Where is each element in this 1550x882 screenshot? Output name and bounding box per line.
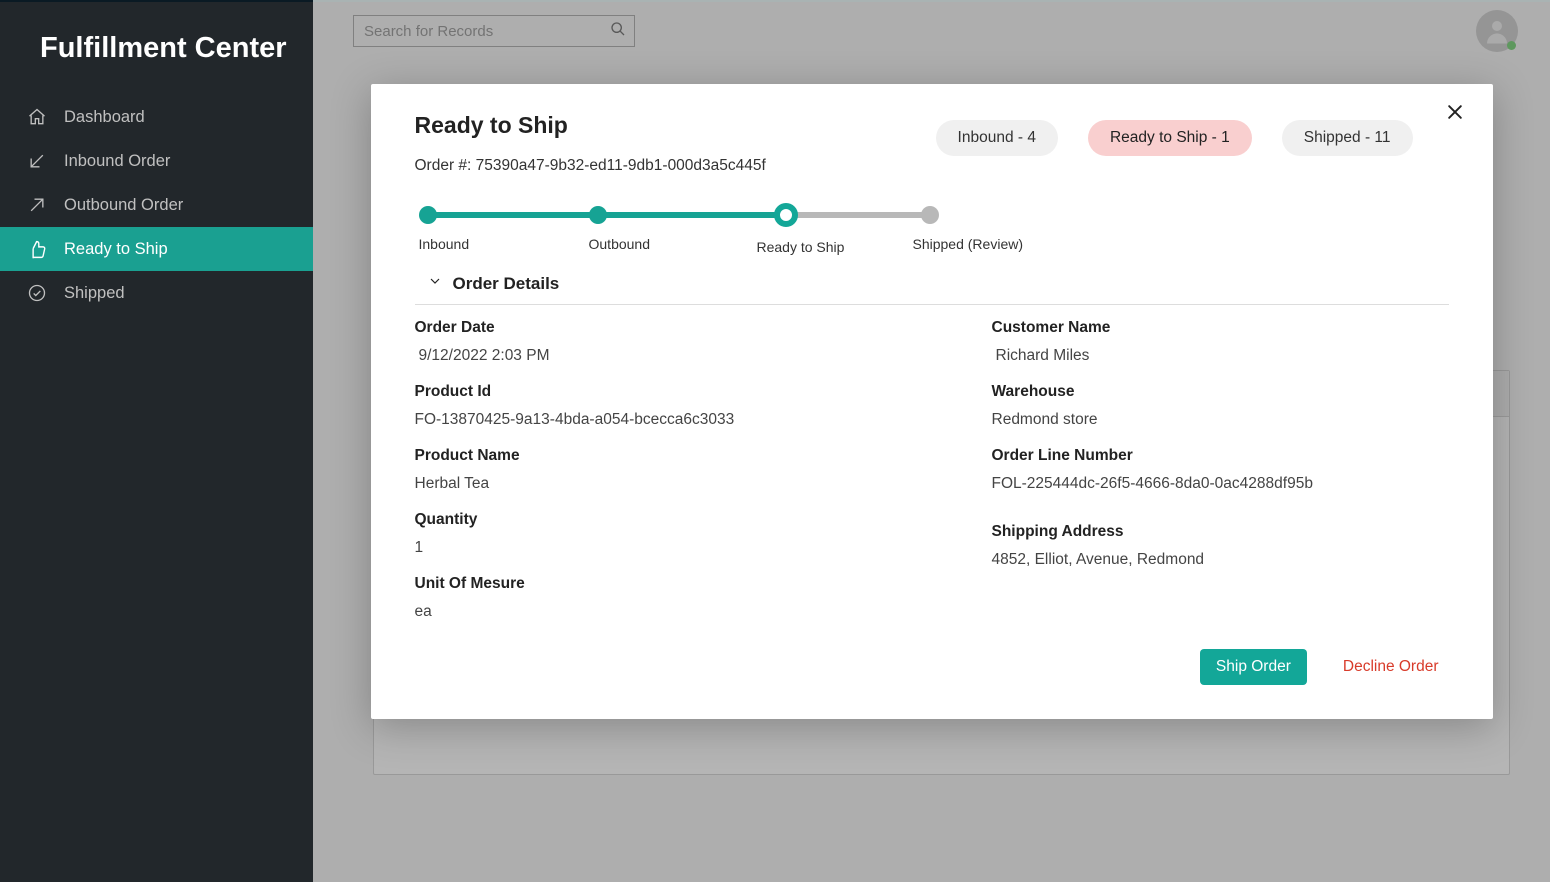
customer-label: Customer Name [992,319,1449,337]
product-name-value: Herbal Tea [415,475,872,493]
product-id-value: FO-13870425-9a13-4bda-a054-bcecca6c3033 [415,411,872,429]
step-dot-done-icon [589,206,607,224]
step-shipped: Shipped (Review) [921,203,1024,254]
pill-inbound[interactable]: Inbound - 4 [936,120,1058,156]
main-area: Ready to Ship Order #: 75390a47-9b32-ed1… [313,0,1550,882]
modal-overlay: Ready to Ship Order #: 75390a47-9b32-ed1… [313,2,1550,882]
order-date-value: 9/12/2022 2:03 PM [419,347,872,365]
arrow-down-left-icon [26,150,48,172]
nav-dashboard[interactable]: Dashboard [0,95,313,139]
quantity-value: 1 [415,539,872,557]
app-title: Fulfillment Center [0,32,313,95]
pill-ready[interactable]: Ready to Ship - 1 [1088,120,1252,156]
ready-to-ship-modal: Ready to Ship Order #: 75390a47-9b32-ed1… [371,84,1493,719]
step-dot-done-icon [419,206,437,224]
nav-ready-to-ship[interactable]: Ready to Ship [0,227,313,271]
nav-label: Outbound Order [64,196,183,215]
nav-label: Dashboard [64,108,145,127]
chevron-down-icon [427,273,443,294]
progress-tracker: Inbound Outbound Ready to Ship Shipped (… [415,203,1449,251]
line-value: FOL-225444dc-26f5-4666-8da0-0ac4288df95b [992,475,1449,493]
nav-inbound[interactable]: Inbound Order [0,139,313,183]
nav-label: Shipped [64,284,125,303]
order-details: Order Date 9/12/2022 2:03 PM Product Id … [415,319,1449,621]
nav-label: Ready to Ship [64,240,168,259]
step-dot-current-icon [774,203,798,227]
ship-addr-label: Shipping Address [992,523,1449,541]
ship-order-button[interactable]: Ship Order [1200,649,1307,685]
order-date-label: Order Date [415,319,872,337]
step-dot-icon [921,206,939,224]
check-circle-icon [26,282,48,304]
ship-addr-value: 4852, Elliot, Avenue, Redmond [992,551,1449,569]
nav-label: Inbound Order [64,152,170,171]
section-title: Order Details [453,274,560,294]
product-name-label: Product Name [415,447,872,465]
step-inbound: Inbound [419,203,470,254]
close-button[interactable] [1445,102,1465,127]
home-icon [26,106,48,128]
modal-actions: Ship Order Decline Order [415,649,1449,685]
step-ready: Ready to Ship [777,203,845,257]
quantity-label: Quantity [415,511,872,529]
status-pills: Inbound - 4 Ready to Ship - 1 Shipped - … [936,120,1413,156]
product-id-label: Product Id [415,383,872,401]
nav-outbound[interactable]: Outbound Order [0,183,313,227]
arrow-up-right-icon [26,194,48,216]
uom-value: ea [415,603,872,621]
order-details-toggle[interactable]: Order Details [415,267,1449,305]
step-outbound: Outbound [589,203,651,254]
uom-label: Unit Of Mesure [415,575,872,593]
order-number: Order #: 75390a47-9b32-ed11-9db1-000d3a5… [415,157,1449,175]
line-label: Order Line Number [992,447,1449,465]
sidebar: Fulfillment Center Dashboard Inbound Ord… [0,0,313,882]
warehouse-label: Warehouse [992,383,1449,401]
decline-order-button[interactable]: Decline Order [1343,658,1449,676]
thumbs-up-icon [26,238,48,260]
customer-value: Richard Miles [996,347,1449,365]
nav-shipped[interactable]: Shipped [0,271,313,315]
pill-shipped[interactable]: Shipped - 11 [1282,120,1413,156]
warehouse-value: Redmond store [992,411,1449,429]
